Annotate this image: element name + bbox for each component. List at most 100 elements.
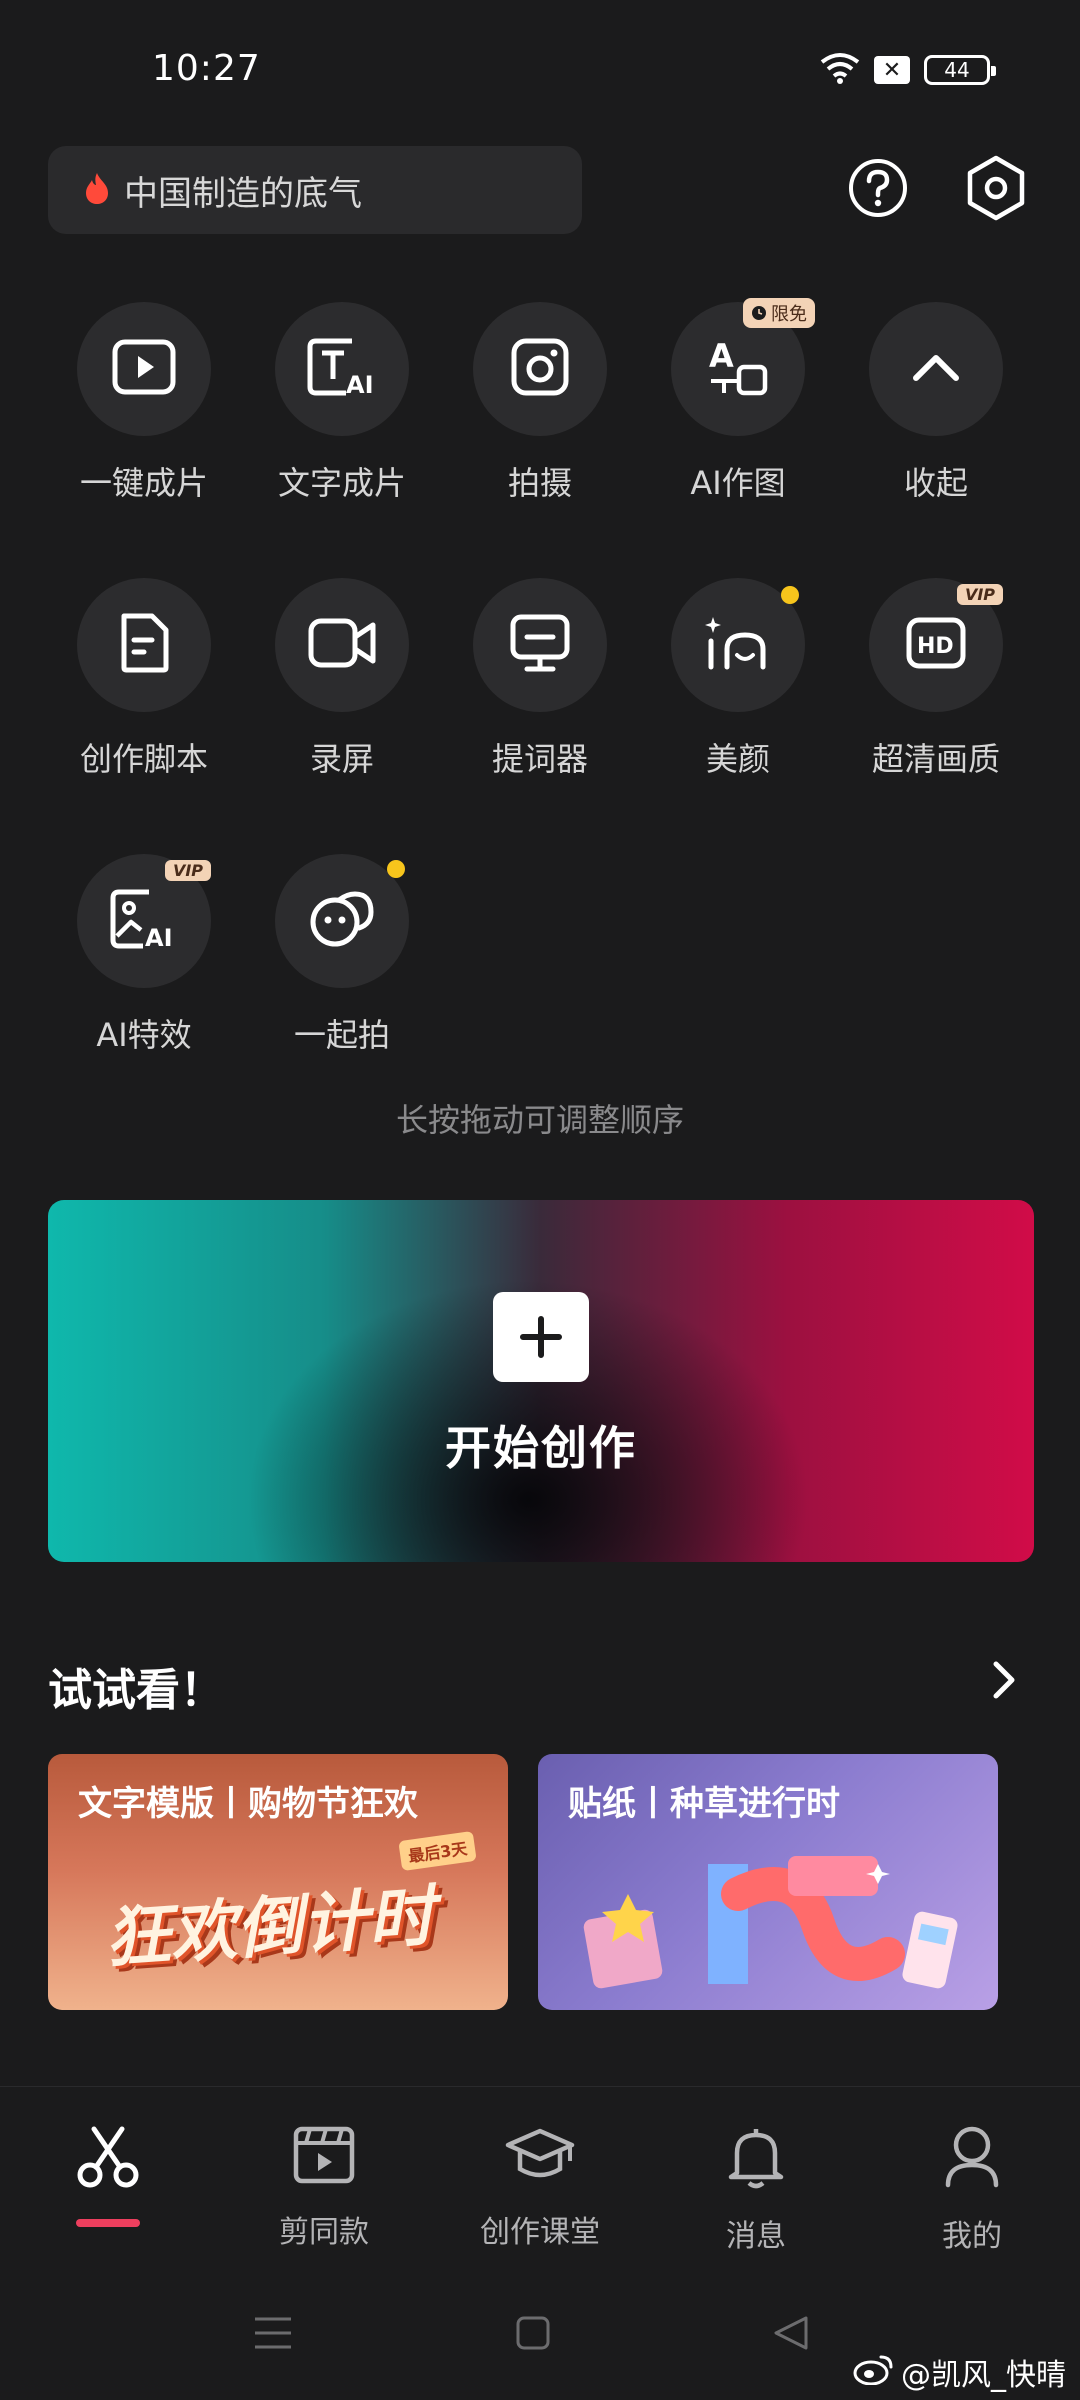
free-badge: 限免	[743, 298, 815, 328]
card-title: 文字模版丨购物节狂欢	[78, 1784, 418, 1824]
nav-templates[interactable]: 剪同款	[234, 2125, 414, 2251]
back-button[interactable]	[766, 2310, 816, 2360]
tool-beauty[interactable]: 美颜	[638, 578, 838, 780]
nav-label: 剪同款	[279, 2215, 369, 2250]
chevron-right-icon	[980, 1661, 1028, 1708]
new-dot-indicator	[387, 860, 405, 878]
tool-label: 超清画质	[871, 740, 1000, 778]
tool-ai-draw[interactable]: A 限免 AI作图	[638, 298, 838, 504]
graduation-cap-icon	[504, 2125, 576, 2189]
search-bar[interactable]: 中国制造的底气	[48, 146, 582, 234]
svg-text:AI: AI	[346, 371, 374, 397]
start-create-button[interactable]: 开始创作	[48, 1200, 1034, 1562]
watermark: @凯风_快晴	[853, 2350, 1066, 2394]
tool-script[interactable]: 创作脚本	[44, 578, 244, 780]
svg-text:HD: HD	[917, 634, 954, 659]
bell-icon	[727, 2125, 785, 2193]
nav-profile[interactable]: 我的	[882, 2125, 1062, 2255]
watermark-text: @凯风_快晴	[901, 2358, 1066, 2393]
tool-one-click[interactable]: 一键成片	[44, 302, 244, 504]
tool-label: 美颜	[705, 740, 770, 778]
beauty-icon	[705, 613, 771, 677]
tool-label: 创作脚本	[79, 740, 208, 778]
tool-label: AI特效	[96, 1016, 192, 1054]
free-badge-label: 限免	[771, 304, 807, 325]
nav-label: 消息	[726, 2219, 786, 2254]
tool-circle	[77, 578, 211, 712]
svg-text:AI: AI	[145, 924, 173, 950]
tool-hd-quality[interactable]: HD VIP 超清画质	[836, 578, 1036, 780]
card-art-text: 狂欢倒计时	[102, 1877, 437, 1978]
help-button[interactable]	[838, 150, 918, 230]
camera-icon	[510, 337, 570, 401]
status-icons: ✕ 44	[820, 52, 996, 88]
nav-classroom[interactable]: 创作课堂	[450, 2125, 630, 2251]
home-button[interactable]	[508, 2310, 558, 2360]
settings-button[interactable]	[956, 150, 1036, 230]
template-film-icon	[292, 2125, 356, 2189]
weibo-logo-icon	[853, 2351, 895, 2393]
tool-text-to-video[interactable]: AI 文字成片	[242, 302, 442, 504]
try-more-button[interactable]	[980, 1656, 1028, 1704]
script-doc-icon	[118, 612, 170, 678]
scissors-icon	[76, 2125, 140, 2193]
tool-circle	[275, 578, 409, 712]
text-ai-icon: AI	[306, 337, 378, 401]
try-card-sticker[interactable]: 贴纸丨种草进行时	[538, 1754, 998, 2010]
tool-ai-effect[interactable]: AI VIP AI特效	[44, 854, 244, 1056]
tool-circle	[473, 302, 607, 436]
tool-label: 提词器	[491, 740, 588, 778]
menu-button[interactable]	[248, 2310, 298, 2360]
new-dot-indicator	[781, 586, 799, 604]
status-bar: 10:27 ✕ 44	[0, 0, 1080, 140]
triangle-back-icon	[772, 2314, 810, 2356]
tool-screen-record[interactable]: 录屏	[242, 578, 442, 780]
profile-icon	[944, 2125, 1000, 2193]
tool-label: 拍摄	[507, 464, 572, 502]
settings-hexagon-icon	[965, 155, 1027, 225]
tool-circle	[671, 578, 805, 712]
tool-circle: A 限免	[671, 298, 815, 436]
tool-label: 录屏	[309, 740, 374, 778]
card-tag: 最后3天	[398, 1830, 477, 1872]
tool-label: 收起	[903, 464, 968, 502]
tool-circle	[869, 302, 1003, 436]
tool-shoot[interactable]: 拍摄	[440, 302, 640, 504]
nav-label: 创作课堂	[480, 2215, 600, 2250]
tool-shoot-together[interactable]: 一起拍	[242, 854, 442, 1056]
search-text: 中国制造的底气	[124, 173, 362, 214]
tool-collapse[interactable]: 收起	[836, 302, 1036, 504]
start-create-label: 开始创作	[445, 1421, 637, 1475]
active-tab-indicator	[76, 2219, 140, 2227]
vip-badge: VIP	[956, 584, 1003, 605]
tool-circle: AI VIP	[77, 854, 211, 988]
try-card-text-template[interactable]: 文字模版丨购物节狂欢 狂欢倒计时 最后3天	[48, 1754, 508, 2010]
card-title: 贴纸丨种草进行时	[568, 1784, 840, 1824]
no-sim-icon: ✕	[874, 56, 910, 84]
nav-messages[interactable]: 消息	[666, 2125, 846, 2255]
battery-level: 44	[944, 58, 970, 82]
nav-label: 我的	[942, 2219, 1002, 2254]
menu-lines-icon	[253, 2315, 293, 2355]
tool-circle	[275, 854, 409, 988]
bottom-nav: 剪同款 创作课堂 消息 我的	[0, 2086, 1080, 2266]
svg-text:A: A	[709, 337, 734, 375]
flame-icon	[84, 171, 110, 209]
video-camera-icon	[307, 617, 377, 673]
clock-icon	[752, 306, 766, 320]
drag-hint: 长按拖动可调整顺序	[395, 1101, 684, 1139]
tool-circle: HD VIP	[869, 578, 1003, 712]
hd-icon: HD	[905, 616, 967, 674]
status-time: 10:27	[152, 48, 261, 89]
ai-effect-icon: AI	[109, 888, 179, 954]
square-home-icon	[515, 2315, 551, 2355]
ai-draw-icon: A	[707, 337, 769, 401]
tool-teleprompter[interactable]: 提词器	[440, 578, 640, 780]
tool-circle	[473, 578, 607, 712]
tool-label: 文字成片	[277, 464, 406, 502]
vip-badge: VIP	[164, 860, 211, 881]
play-box-icon	[112, 339, 176, 399]
tool-circle	[77, 302, 211, 436]
nav-edit[interactable]	[18, 2125, 198, 2227]
wifi-icon	[820, 52, 860, 88]
